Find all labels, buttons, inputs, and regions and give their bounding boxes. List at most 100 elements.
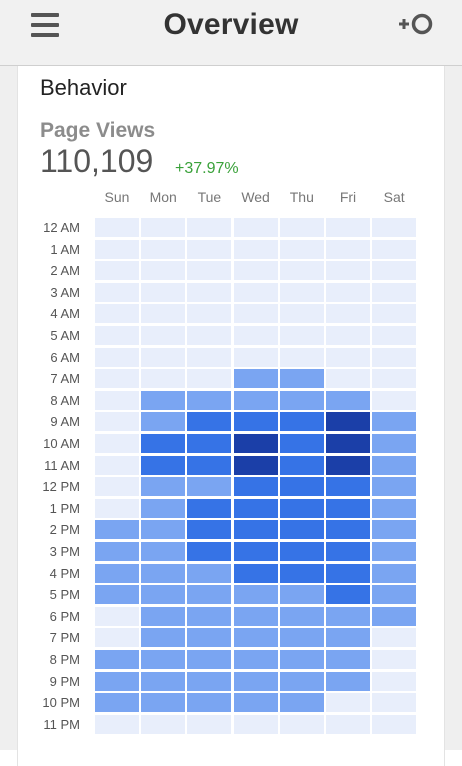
heatmap-cell[interactable] [279,628,324,648]
heatmap-cell[interactable] [372,369,417,389]
heatmap-cell[interactable] [279,693,324,713]
heatmap-cell[interactable] [95,671,139,691]
heatmap-cell[interactable] [141,282,186,302]
heatmap-cell[interactable] [187,239,232,259]
heatmap-cell[interactable] [95,542,139,561]
heatmap-cell[interactable] [326,304,370,324]
heatmap-cell[interactable] [279,347,324,367]
heatmap-cell[interactable] [326,347,370,367]
heatmap-cell[interactable] [372,585,417,605]
heatmap-cell[interactable] [141,671,186,691]
heatmap-cell[interactable] [95,498,139,518]
heatmap-cell[interactable] [187,563,232,583]
heatmap-cell[interactable] [141,520,186,540]
heatmap-cell[interactable] [326,498,370,518]
heatmap-cell[interactable] [372,520,417,540]
heatmap-cell[interactable] [187,455,232,475]
heatmap-cell[interactable] [141,563,186,583]
heatmap-cell[interactable] [326,412,370,432]
heatmap-cell[interactable] [233,650,278,669]
heatmap-cell[interactable] [233,498,278,518]
heatmap-cell[interactable] [233,218,278,237]
heatmap-cell[interactable] [95,693,139,713]
heatmap-cell[interactable] [279,498,324,518]
heatmap-cell[interactable] [326,218,370,237]
heatmap-cell[interactable] [372,390,417,410]
heatmap-cell[interactable] [233,239,278,259]
heatmap-cell[interactable] [187,585,232,605]
heatmap-cell[interactable] [233,261,278,281]
heatmap-cell[interactable] [279,304,324,324]
heatmap-cell[interactable] [141,218,186,237]
heatmap-cell[interactable] [187,542,232,561]
heatmap-cell[interactable] [372,261,417,281]
heatmap-cell[interactable] [279,563,324,583]
heatmap-cell[interactable] [326,714,370,734]
heatmap-cell[interactable] [372,542,417,561]
heatmap-cell[interactable] [95,239,139,259]
heatmap-cell[interactable] [233,412,278,432]
heatmap-cell[interactable] [233,347,278,367]
heatmap-cell[interactable] [279,585,324,605]
heatmap-cell[interactable] [326,693,370,713]
heatmap-cell[interactable] [95,412,139,432]
heatmap-cell[interactable] [233,585,278,605]
heatmap-cell[interactable] [187,520,232,540]
heatmap-cell[interactable] [326,606,370,626]
heatmap-cell[interactable] [233,477,278,497]
heatmap-cell[interactable] [372,628,417,648]
heatmap-cell[interactable] [279,455,324,475]
heatmap-cell[interactable] [187,282,232,302]
heatmap-cell[interactable] [233,390,278,410]
heatmap-cell[interactable] [326,628,370,648]
heatmap-cell[interactable] [326,585,370,605]
heatmap-cell[interactable] [95,304,139,324]
heatmap-cell[interactable] [279,477,324,497]
heatmap-cell[interactable] [326,434,370,453]
heatmap-cell[interactable] [279,671,324,691]
heatmap-cell[interactable] [233,304,278,324]
heatmap-cell[interactable] [141,304,186,324]
heatmap-cell[interactable] [187,714,232,734]
heatmap-cell[interactable] [372,304,417,324]
heatmap-cell[interactable] [95,520,139,540]
heatmap-cell[interactable] [141,477,186,497]
heatmap-cell[interactable] [372,671,417,691]
heatmap-cell[interactable] [372,326,417,345]
heatmap-cell[interactable] [372,282,417,302]
heatmap-cell[interactable] [95,390,139,410]
heatmap-cell[interactable] [233,326,278,345]
heatmap-cell[interactable] [95,477,139,497]
heatmap-cell[interactable] [326,542,370,561]
heatmap-cell[interactable] [326,477,370,497]
heatmap-cell[interactable] [233,520,278,540]
heatmap-cell[interactable] [372,239,417,259]
heatmap-cell[interactable] [187,650,232,669]
heatmap-cell[interactable] [326,282,370,302]
heatmap-cell[interactable] [372,693,417,713]
heatmap-cell[interactable] [372,347,417,367]
heatmap-cell[interactable] [141,369,186,389]
heatmap-cell[interactable] [326,455,370,475]
heatmap-cell[interactable] [95,563,139,583]
heatmap-cell[interactable] [187,347,232,367]
heatmap-cell[interactable] [233,455,278,475]
heatmap-cell[interactable] [141,606,186,626]
heatmap-cell[interactable] [95,628,139,648]
heatmap-cell[interactable] [372,434,417,453]
heatmap-cell[interactable] [279,369,324,389]
heatmap-cell[interactable] [279,390,324,410]
heatmap-cell[interactable] [326,239,370,259]
heatmap-cell[interactable] [233,282,278,302]
heatmap-cell[interactable] [279,650,324,669]
heatmap-cell[interactable] [141,434,186,453]
heatmap-cell[interactable] [95,369,139,389]
heatmap-cell[interactable] [372,412,417,432]
heatmap-cell[interactable] [233,542,278,561]
heatmap-cell[interactable] [95,650,139,669]
heatmap-cell[interactable] [187,304,232,324]
heatmap-cell[interactable] [372,606,417,626]
heatmap-cell[interactable] [95,455,139,475]
heatmap-cell[interactable] [372,218,417,237]
heatmap-cell[interactable] [233,563,278,583]
